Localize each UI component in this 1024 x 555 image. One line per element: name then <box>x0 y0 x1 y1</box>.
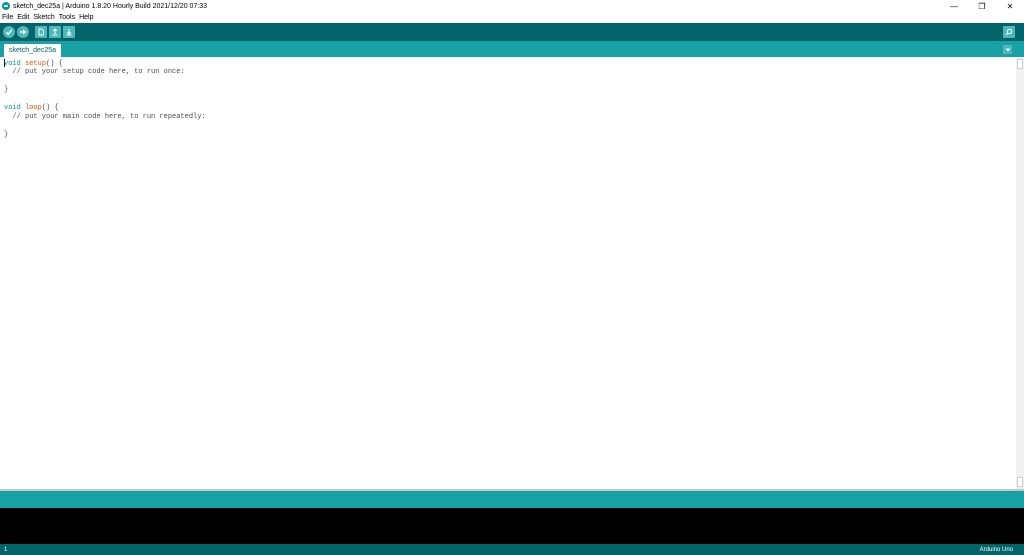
code-line: void setup() { <box>4 59 63 68</box>
window-controls: — ❐ ✕ <box>940 0 1024 12</box>
scrollbar-bottom-thumb[interactable] <box>1017 477 1023 487</box>
line-number: 1 <box>4 546 8 553</box>
board-name: Arduino Uno <box>979 546 1013 553</box>
verify-button[interactable] <box>3 26 15 38</box>
scrollbar-top-thumb[interactable] <box>1017 59 1023 69</box>
tab-sketch[interactable]: sketch_dec25a <box>4 44 61 57</box>
status-bar: 1 Arduino Uno <box>0 544 1024 555</box>
menu-help[interactable]: Help <box>79 14 93 21</box>
code-line: void loop() { <box>4 104 59 112</box>
serial-monitor-button[interactable] <box>1003 26 1015 38</box>
code-line: } <box>4 86 9 94</box>
close-button[interactable]: ✕ <box>996 0 1024 12</box>
tab-menu-button[interactable] <box>1003 45 1012 54</box>
code-line: // put your main code here, to run repea… <box>4 113 206 121</box>
save-icon <box>66 29 72 36</box>
toolbar <box>0 23 1024 41</box>
window-title: sketch_dec25a | Arduino 1.8.20 Hourly Bu… <box>13 2 208 10</box>
magnifier-icon <box>1005 28 1013 36</box>
code-line: } <box>4 131 9 139</box>
editor-scrollbar[interactable] <box>1016 57 1024 489</box>
menu-file[interactable]: File <box>2 14 13 21</box>
menu-tools[interactable]: Tools <box>59 14 75 21</box>
open-icon <box>52 28 58 36</box>
code-line: // put your setup code here, to run once… <box>4 68 185 76</box>
open-button[interactable] <box>49 26 61 38</box>
new-button[interactable] <box>35 26 47 38</box>
console-output[interactable] <box>0 508 1024 544</box>
menu-edit[interactable]: Edit <box>17 14 29 21</box>
title-bar: sketch_dec25a | Arduino 1.8.20 Hourly Bu… <box>0 0 1024 12</box>
upload-icon <box>20 29 27 35</box>
chevron-down-icon <box>1005 48 1010 51</box>
new-icon <box>38 28 44 36</box>
save-button[interactable] <box>63 26 75 38</box>
verify-icon <box>5 29 13 36</box>
upload-button[interactable] <box>17 26 29 38</box>
menu-bar: File Edit Sketch Tools Help <box>0 12 1024 23</box>
restore-button[interactable]: ❐ <box>968 0 996 12</box>
arduino-logo-icon <box>2 2 10 10</box>
message-area <box>0 491 1024 508</box>
tab-bar: sketch_dec25a <box>0 41 1024 57</box>
code-editor[interactable]: void setup() { // put your setup code he… <box>0 57 1016 489</box>
minimize-button[interactable]: — <box>940 0 968 12</box>
menu-sketch[interactable]: Sketch <box>33 14 54 21</box>
